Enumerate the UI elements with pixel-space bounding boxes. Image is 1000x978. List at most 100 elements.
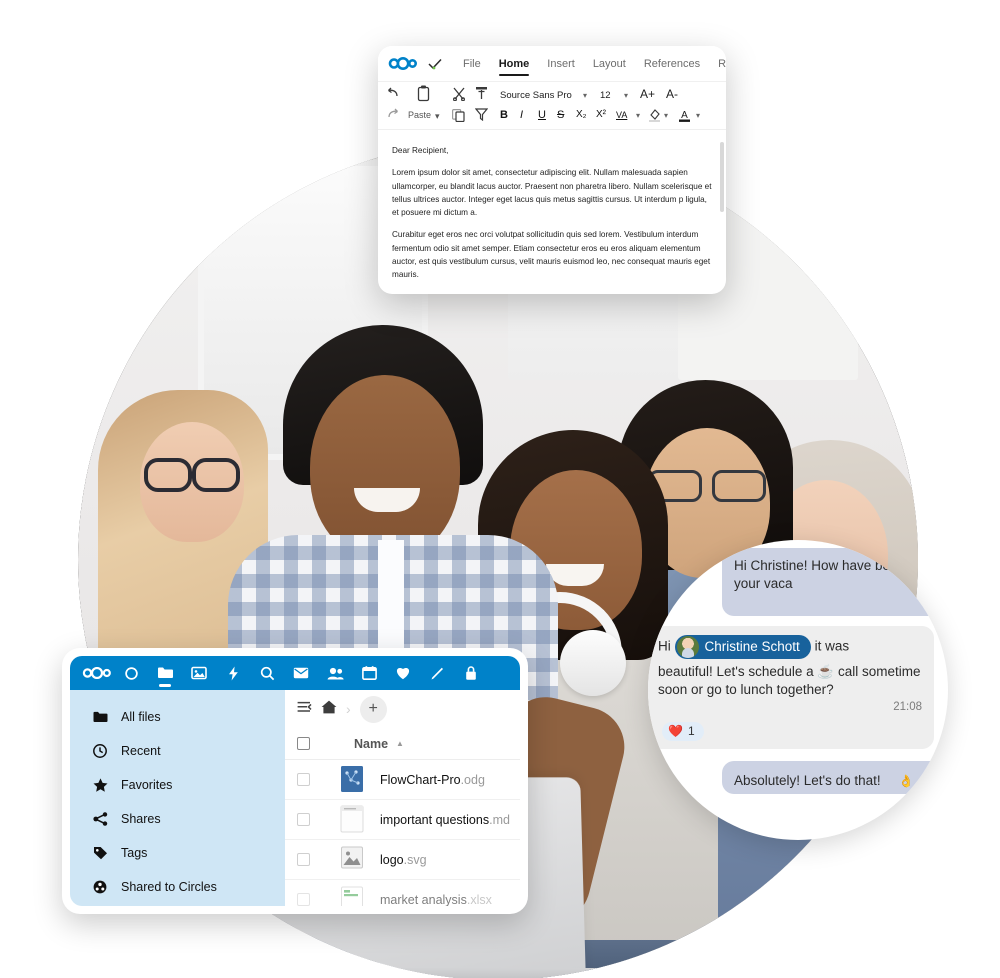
column-header-name[interactable]: Name bbox=[354, 737, 388, 751]
file-name: market analysis.xlsx bbox=[380, 893, 492, 907]
table-row[interactable]: market analysis.xlsx bbox=[285, 880, 520, 906]
home-icon[interactable] bbox=[321, 700, 337, 719]
chat-mention-name: Christine Schott bbox=[705, 638, 800, 656]
mail-icon[interactable] bbox=[284, 656, 318, 690]
select-all-checkbox[interactable] bbox=[297, 737, 310, 750]
menu-references[interactable]: References bbox=[635, 47, 709, 81]
files-main-panel: › + Name ▲ FlowChart-Pro.odg important q… bbox=[285, 690, 520, 906]
subscript-button[interactable]: X₂ bbox=[576, 109, 587, 120]
row-checkbox[interactable] bbox=[297, 773, 310, 786]
table-row[interactable]: FlowChart-Pro.odg bbox=[285, 760, 520, 800]
document-scrollbar[interactable] bbox=[720, 142, 724, 212]
superscript-button[interactable]: X² bbox=[596, 109, 606, 120]
increase-font-size-button[interactable]: A+ bbox=[640, 87, 655, 101]
new-file-button[interactable]: + bbox=[360, 696, 387, 723]
sort-ascending-icon[interactable]: ▲ bbox=[396, 739, 404, 748]
sidebar-item-shared-to-circles[interactable]: Shared to Circles bbox=[70, 870, 285, 904]
highlight-caret[interactable]: ▾ bbox=[664, 111, 668, 120]
file-name: logo.svg bbox=[380, 853, 427, 867]
chat-message-list: Hi Christine! How have been? How was you… bbox=[648, 548, 948, 794]
chat-message-body: beautiful! Let's schedule a ☕ call somet… bbox=[658, 663, 922, 699]
document-toolbar: Paste ▾ Source Sans Pro ▾ 12 ▾ A+ A- B I… bbox=[378, 82, 726, 130]
font-size-value[interactable]: 12 bbox=[600, 90, 611, 101]
chat-message-text: Absolutely! Let's do that! bbox=[734, 773, 881, 788]
sidebar-item-recent[interactable]: Recent bbox=[70, 734, 285, 768]
chat-reaction-heart[interactable]: ❤️ 1 bbox=[662, 722, 704, 742]
passwords-icon[interactable] bbox=[454, 656, 488, 690]
notes-icon[interactable] bbox=[420, 656, 454, 690]
activity-icon[interactable] bbox=[216, 656, 250, 690]
chat-message-after-mention: it was bbox=[815, 638, 850, 653]
paste-icon[interactable] bbox=[416, 85, 431, 105]
cut-icon[interactable] bbox=[452, 87, 466, 104]
sidebar-toggle-icon[interactable] bbox=[297, 700, 312, 718]
sidebar-item-tags[interactable]: Tags bbox=[70, 836, 285, 870]
sidebar-item-all-files[interactable]: All files bbox=[70, 700, 285, 734]
font-family-value[interactable]: Source Sans Pro bbox=[500, 90, 572, 101]
drawing-file-icon bbox=[340, 765, 366, 795]
doc-paragraph-2: Curabitur eget eros nec orci volutpat so… bbox=[392, 228, 712, 281]
decrease-font-size-button[interactable]: A- bbox=[666, 87, 678, 101]
search-icon[interactable] bbox=[250, 656, 284, 690]
chat-mention-chip[interactable]: Christine Schott bbox=[675, 635, 811, 659]
underline-button[interactable]: U bbox=[538, 109, 546, 121]
font-size-caret[interactable]: ▾ bbox=[624, 91, 628, 100]
tag-icon bbox=[92, 846, 108, 860]
undo-icon[interactable] bbox=[386, 87, 400, 102]
menu-home[interactable]: Home bbox=[490, 47, 539, 81]
photos-icon[interactable] bbox=[182, 656, 216, 690]
files-icon[interactable] bbox=[148, 656, 182, 690]
row-checkbox[interactable] bbox=[297, 893, 310, 906]
copy-icon[interactable] bbox=[452, 109, 465, 125]
letter-spacing-caret[interactable]: ▾ bbox=[636, 111, 640, 120]
font-color-icon[interactable]: A bbox=[678, 108, 691, 126]
breadcrumb: › + bbox=[285, 690, 520, 728]
chat-message-incoming-2[interactable]: Absolutely! Let's do that! 👌 1 bbox=[722, 761, 948, 794]
calendar-icon[interactable] bbox=[352, 656, 386, 690]
font-family-caret[interactable]: ▾ bbox=[583, 91, 587, 100]
menu-review[interactable]: Review bbox=[709, 47, 726, 81]
highlight-color-icon[interactable] bbox=[648, 108, 661, 125]
nextcloud-logo-icon[interactable] bbox=[80, 656, 114, 690]
document-content[interactable]: Dear Recipient, Lorem ipsum dolor sit am… bbox=[378, 130, 726, 294]
bold-button[interactable]: B bbox=[500, 109, 508, 121]
chat-message-incoming-1[interactable]: Hi Christine! How have been? How was you… bbox=[722, 548, 948, 616]
dashboard-icon[interactable] bbox=[114, 656, 148, 690]
table-row[interactable]: logo.svg bbox=[285, 840, 520, 880]
menu-file[interactable]: File bbox=[454, 47, 490, 81]
folder-icon bbox=[92, 711, 108, 723]
document-menubar: File Home Insert Layout References Revie… bbox=[378, 46, 726, 82]
row-checkbox[interactable] bbox=[297, 813, 310, 826]
files-app-window: All files Recent Favorites Shares Tags S… bbox=[62, 648, 528, 914]
star-icon bbox=[92, 778, 108, 792]
sidebar-item-label: Tags bbox=[121, 846, 147, 860]
chat-reaction-ok[interactable]: 👌 1 bbox=[898, 774, 926, 790]
chat-message-outgoing[interactable]: Hi Christine Schott it was beautiful! Le… bbox=[648, 626, 934, 750]
sidebar-item-favorites[interactable]: Favorites bbox=[70, 768, 285, 802]
breadcrumb-ghost-item bbox=[396, 702, 399, 716]
font-color-caret[interactable]: ▾ bbox=[696, 111, 700, 120]
sidebar-item-shares[interactable]: Shares bbox=[70, 802, 285, 836]
file-name: important questions.md bbox=[380, 813, 510, 827]
favorites-icon[interactable] bbox=[386, 656, 420, 690]
nextcloud-logo-icon[interactable] bbox=[388, 57, 418, 70]
clock-icon bbox=[92, 744, 108, 758]
chat-conversation-circle: Hi Christine! How have been? How was you… bbox=[648, 540, 948, 840]
clear-formatting-icon[interactable] bbox=[475, 108, 488, 124]
redo-icon[interactable] bbox=[386, 108, 400, 123]
paste-dropdown-caret[interactable]: ▾ bbox=[435, 111, 440, 122]
menu-layout[interactable]: Layout bbox=[584, 47, 635, 81]
italic-button[interactable]: I bbox=[520, 109, 523, 121]
row-checkbox[interactable] bbox=[297, 853, 310, 866]
save-status-icon[interactable] bbox=[428, 58, 442, 70]
breadcrumb-separator: › bbox=[346, 701, 351, 717]
menu-insert[interactable]: Insert bbox=[538, 47, 584, 81]
text-file-icon bbox=[340, 805, 366, 835]
share-icon bbox=[92, 812, 108, 826]
strikethrough-button[interactable]: S bbox=[557, 109, 564, 121]
contacts-icon[interactable] bbox=[318, 656, 352, 690]
format-painter-icon[interactable] bbox=[475, 86, 488, 103]
letter-spacing-button[interactable]: VA bbox=[616, 110, 627, 120]
table-row[interactable]: important questions.md bbox=[285, 800, 520, 840]
paste-label[interactable]: Paste bbox=[408, 110, 431, 120]
